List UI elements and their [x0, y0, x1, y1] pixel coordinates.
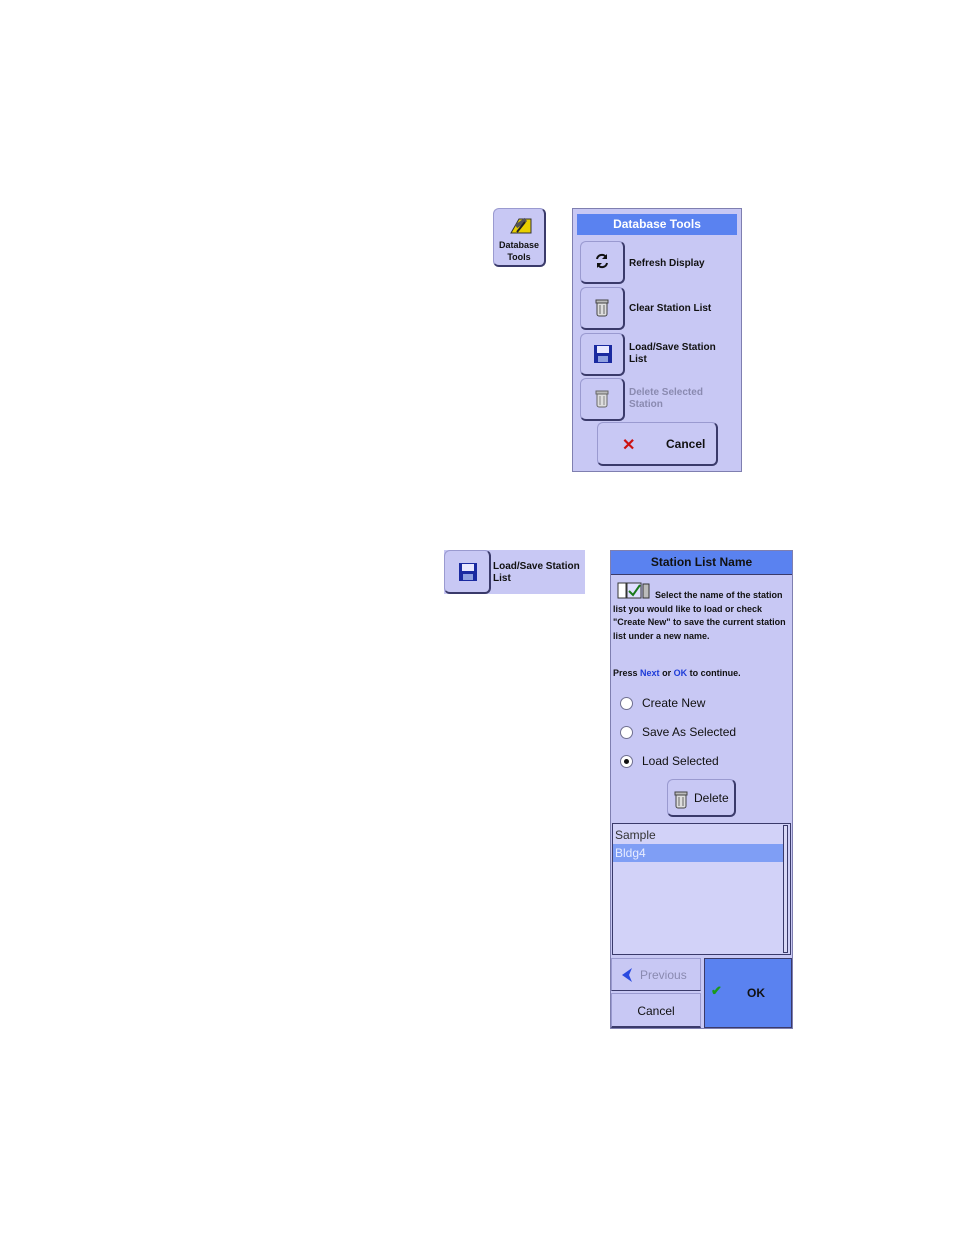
station-list-dialog-title: Station List Name [611, 551, 792, 575]
press-instruction: Press Next or OK to continue. [613, 668, 741, 678]
back-arrow-icon [622, 968, 632, 982]
radio-button[interactable] [620, 726, 633, 739]
station-list-name-dialog: Station List Name Select the name of the… [610, 550, 793, 1029]
list-item[interactable]: Bldg4 [613, 844, 783, 862]
trash-can-icon [595, 299, 609, 317]
database-tools-panel: Database Tools Refresh Display Clear Sta… [572, 208, 742, 472]
radio-save-as-selected-label: Save As Selected [642, 725, 737, 739]
station-list-box[interactable]: Sample Bldg4 [612, 823, 791, 955]
load-save-launcher[interactable]: Load/Save Station List [444, 550, 585, 594]
radio-button[interactable] [620, 697, 633, 710]
press-prefix: Press [613, 668, 638, 678]
cancel-button[interactable]: Cancel [611, 993, 701, 1028]
list-scrollbar[interactable] [783, 825, 788, 953]
trash-can-icon [674, 791, 688, 809]
database-tools-button-label: Database Tools [498, 240, 540, 262]
load-save-launcher-label: Load/Save Station List [493, 561, 580, 584]
press-next-keyword: Next [640, 668, 660, 678]
press-suffix: to continue. [689, 668, 741, 678]
list-item[interactable]: Sample [613, 826, 783, 844]
delete-selected-station-button[interactable] [580, 378, 625, 421]
press-or: or [662, 668, 672, 678]
red-x-icon: ✕ [622, 437, 636, 454]
floppy-disk-icon [594, 345, 612, 363]
trash-can-icon [595, 390, 609, 408]
previous-button[interactable]: Previous [611, 958, 701, 991]
load-save-station-list-button[interactable] [580, 333, 625, 376]
refresh-display-button[interactable] [580, 241, 625, 284]
previous-label: Previous [640, 968, 687, 982]
floppy-disk-icon [459, 563, 477, 581]
ok-label: OK [747, 986, 765, 1000]
radio-create-new-label: Create New [642, 696, 706, 710]
refresh-display-label: Refresh Display [629, 258, 705, 269]
cancel-label: Cancel [637, 1004, 675, 1018]
refresh-icon [596, 253, 608, 269]
radio-load-selected-label: Load Selected [642, 754, 719, 768]
hammer-icon [510, 217, 532, 234]
delete-selected-station-label: Delete Selected Station [629, 387, 703, 410]
press-ok-keyword: OK [673, 668, 688, 678]
clear-station-list-button[interactable] [580, 287, 625, 330]
delete-label: Delete [694, 791, 729, 805]
radio-button[interactable] [620, 755, 633, 768]
load-save-station-list-label: Load/Save Station List [629, 342, 716, 365]
delete-button[interactable]: Delete [667, 779, 736, 817]
checkmark-icon: ✔ [711, 983, 722, 998]
database-tools-cancel-button[interactable]: ✕ Cancel [597, 422, 718, 466]
database-tools-cancel-label: Cancel [666, 437, 706, 451]
station-list-description: Select the name of the station list you … [613, 590, 786, 641]
database-tools-title: Database Tools [577, 214, 737, 235]
clear-station-list-label: Clear Station List [629, 303, 712, 314]
database-tools-button[interactable]: Database Tools [493, 208, 546, 267]
load-save-launcher-button[interactable] [444, 550, 491, 594]
ok-button[interactable]: ✔ OK [704, 958, 792, 1028]
